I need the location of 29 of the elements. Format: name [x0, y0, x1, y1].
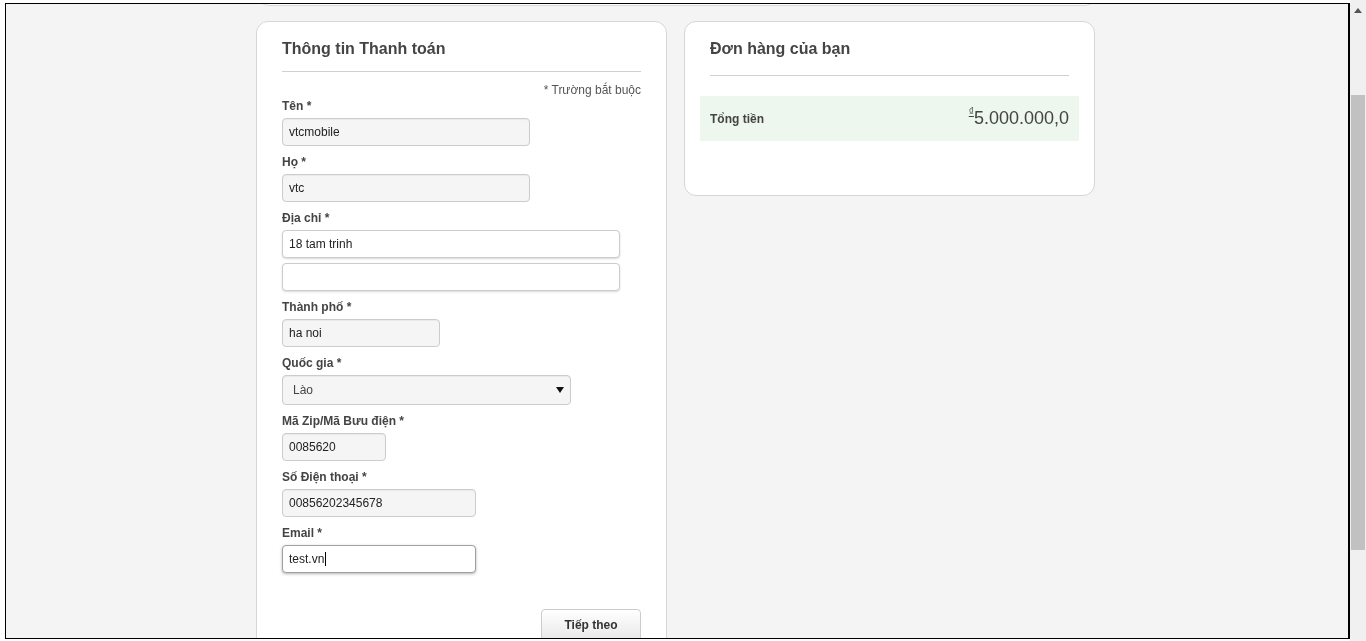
- field-label: Tên *: [282, 98, 313, 115]
- card-title: Đơn hàng của bạn: [710, 39, 852, 59]
- address-line-field[interactable]: [282, 263, 620, 291]
- text-field[interactable]: ha noi: [282, 319, 440, 347]
- text-field[interactable]: 0085620: [282, 433, 386, 461]
- scroll-up-icon[interactable]: [1354, 8, 1362, 13]
- text-field[interactable]: vtcmobile: [282, 118, 530, 146]
- scrollbar[interactable]: [1350, 0, 1366, 641]
- total-label: Tổng tiền: [710, 111, 764, 126]
- text-field[interactable]: vtc: [282, 174, 530, 202]
- currency-symbol: ₫: [968, 106, 974, 117]
- card-title: Thông tin Thanh toán: [282, 39, 447, 59]
- text-field[interactable]: test.vn: [282, 545, 476, 573]
- scrollbar-thumb[interactable]: [1351, 95, 1365, 550]
- field-label: Quốc gia *: [282, 355, 343, 372]
- field-label: Họ *: [282, 154, 307, 171]
- field-label: Mã Zip/Mã Bưu điện *: [282, 413, 406, 430]
- country-dropdown[interactable]: Lào: [282, 375, 571, 405]
- required-note: * Trường bắt buộc: [542, 82, 641, 98]
- text-field[interactable]: 00856202345678: [282, 489, 476, 517]
- total-amount: 5.000.000,0: [973, 108, 1069, 129]
- address-field[interactable]: 18 tam trinh: [282, 230, 620, 258]
- text-cursor: [325, 552, 327, 566]
- field-label: Thành phố *: [282, 299, 353, 316]
- next-button[interactable]: Tiếp theo: [541, 609, 641, 638]
- field-label: Số Điện thoại *: [282, 469, 368, 486]
- dropdown-arrow-icon: [556, 387, 564, 393]
- field-label: Email *: [282, 525, 324, 542]
- field-label: Địa chỉ *: [282, 210, 331, 227]
